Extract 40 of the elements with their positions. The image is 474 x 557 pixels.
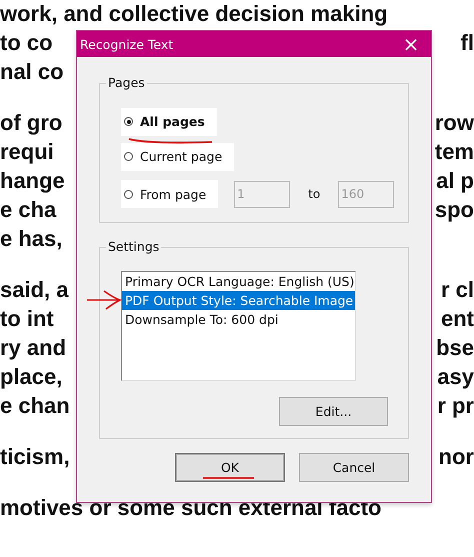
document-text: ry and — [0, 334, 66, 362]
close-button[interactable]: × — [391, 32, 431, 56]
document-text: e chan — [0, 392, 70, 420]
document-text: work, and collective decision making — [0, 0, 388, 28]
edit-button[interactable]: Edit... — [279, 397, 388, 426]
document-text: asy — [437, 363, 474, 391]
settings-item[interactable]: PDF Output Style: Searchable Image — [122, 291, 355, 310]
document-text: fl — [460, 29, 474, 57]
document-text: al p — [436, 167, 474, 195]
document-text: to co — [0, 29, 53, 57]
document-text: r cl — [440, 276, 474, 304]
document-text: nal co — [0, 58, 64, 86]
document-text: row — [434, 109, 474, 137]
annotation-arrow — [86, 290, 122, 310]
window-title: Recognize Text — [80, 36, 174, 52]
document-text: ent — [441, 305, 474, 333]
document-text: hange — [0, 167, 65, 195]
document-text: of gro — [0, 109, 62, 137]
document-text: nor — [438, 443, 474, 471]
document-text: ticism, — [0, 443, 70, 471]
settings-item[interactable]: Primary OCR Language: English (US) — [122, 272, 355, 291]
document-text: r pr — [437, 392, 474, 420]
dialog-button[interactable]: Cancel — [299, 453, 409, 482]
document-text: requi — [0, 138, 54, 166]
document-text: to int — [0, 305, 54, 333]
document-text: tem — [434, 138, 474, 166]
document-text: e cha — [0, 196, 56, 224]
dialog-button[interactable]: OK — [175, 453, 285, 482]
settings-item[interactable]: Downsample To: 600 dpi — [122, 310, 355, 329]
document-text: place, — [0, 363, 62, 391]
radio-option[interactable]: Current page — [121, 142, 234, 170]
radio-option[interactable]: All pages — [121, 108, 217, 136]
document-text: spo — [434, 196, 474, 224]
annotation-underline — [202, 476, 255, 480]
document-text: said, a — [0, 276, 68, 304]
to-label: to — [308, 187, 320, 201]
group-label: Pages — [106, 75, 147, 90]
group-label: Settings — [106, 239, 162, 254]
document-text: bse — [436, 334, 474, 362]
document-text: e has, — [0, 225, 62, 253]
